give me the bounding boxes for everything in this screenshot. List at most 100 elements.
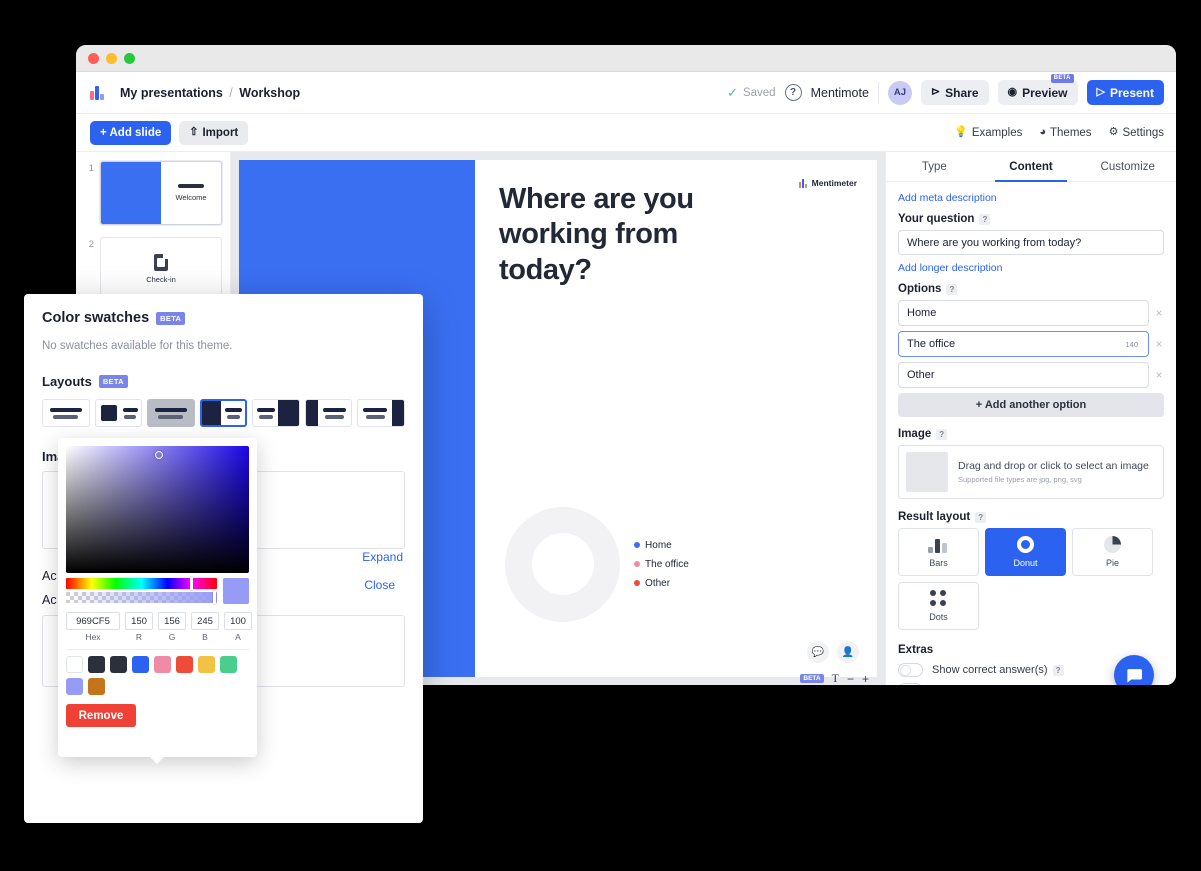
image-label: Image ?: [898, 428, 1164, 440]
layout-option-narrow-dark-left[interactable]: [304, 399, 353, 427]
layout-option-lines-only[interactable]: [42, 399, 90, 427]
zoom-out-button[interactable]: −: [847, 672, 854, 686]
thumb-content: Welcome: [161, 162, 221, 224]
add-another-option-button[interactable]: + Add another option: [898, 393, 1164, 417]
examples-link[interactable]: 💡 Examples: [954, 127, 1022, 139]
help-icon[interactable]: ?: [946, 283, 958, 295]
palette-icon: ◕: [1039, 126, 1047, 138]
window-close-button[interactable]: [88, 52, 99, 64]
layout-option-square-left[interactable]: [94, 399, 143, 427]
show-correct-answers-toggle[interactable]: [898, 663, 923, 677]
avatar[interactable]: AJ: [887, 80, 912, 105]
layout-option-narrow-dark-right[interactable]: [357, 399, 405, 427]
question-input[interactable]: [898, 230, 1164, 255]
tab-type[interactable]: Type: [886, 152, 983, 181]
add-longer-description-link[interactable]: Add longer description: [898, 262, 1164, 274]
result-layout-bars[interactable]: Bars: [898, 528, 979, 576]
breadcrumb-root[interactable]: My presentations: [120, 86, 223, 100]
help-icon[interactable]: ?: [936, 428, 948, 440]
image-label-text: Image: [898, 428, 932, 440]
preset-swatch[interactable]: [88, 678, 105, 695]
image-dropzone[interactable]: Drag and drop or click to select an imag…: [898, 445, 1164, 499]
participant-icon[interactable]: 👤: [837, 641, 859, 663]
themes-label: Themes: [1050, 126, 1092, 139]
layout-option-lines-only-hovered[interactable]: [147, 399, 195, 427]
preset-swatch[interactable]: [88, 656, 105, 673]
layout-square-icon: [100, 405, 117, 421]
text-icon[interactable]: T: [832, 671, 839, 685]
preview-button[interactable]: BETA ◉ Preview: [997, 74, 1078, 105]
hex-field: Hex: [66, 612, 120, 642]
green-input[interactable]: [158, 612, 186, 630]
preset-swatch[interactable]: [132, 656, 149, 673]
mentimote-button[interactable]: Mentimote: [811, 86, 869, 100]
close-link[interactable]: Close: [364, 578, 395, 592]
tab-customize[interactable]: Customize: [1079, 152, 1176, 181]
upload-icon: ⇧: [189, 126, 199, 138]
preset-swatch[interactable]: [66, 678, 83, 695]
expand-link[interactable]: Expand: [362, 550, 403, 564]
window-minimize-button[interactable]: [106, 52, 117, 64]
window-maximize-button[interactable]: [124, 52, 135, 64]
layout-option-dark-left-selected[interactable]: [199, 399, 248, 427]
legend-label: Other: [645, 577, 671, 589]
green-field: G: [158, 612, 186, 642]
preset-swatch[interactable]: [198, 656, 215, 673]
result-layout-pie[interactable]: Pie: [1072, 528, 1153, 576]
help-icon[interactable]: ?: [975, 511, 987, 523]
help-icon[interactable]: ?: [1069, 684, 1081, 685]
alpha-slider[interactable]: [66, 591, 217, 604]
show-percentage-toggle[interactable]: [898, 683, 923, 685]
slide-thumbnail[interactable]: Check-in: [100, 237, 222, 301]
hue-slider[interactable]: [66, 577, 217, 590]
red-input[interactable]: [125, 612, 153, 630]
beta-badge: BETA: [156, 311, 186, 325]
result-layout-donut[interactable]: Donut: [985, 528, 1066, 576]
question-circle-icon[interactable]: ?: [784, 84, 802, 101]
themes-link[interactable]: ◕ Themes: [1039, 127, 1091, 139]
saved-label: Saved: [742, 86, 776, 99]
list-item[interactable]: 1 Welcome: [76, 161, 230, 237]
preset-swatch[interactable]: [110, 656, 127, 673]
alpha-input[interactable]: [224, 612, 252, 630]
option-input[interactable]: [898, 362, 1149, 388]
legend-label: Home: [645, 539, 672, 551]
hex-field-label: Hex: [85, 632, 101, 642]
zoom-in-button[interactable]: +: [862, 672, 869, 686]
preset-swatch[interactable]: [220, 656, 237, 673]
saturation-handle[interactable]: [155, 451, 163, 459]
share-button[interactable]: ⊳ Share: [920, 80, 989, 105]
slide-thumbnail[interactable]: Welcome: [100, 161, 222, 225]
legend-item: The office: [634, 559, 689, 570]
preset-swatch[interactable]: [176, 656, 193, 673]
help-icon[interactable]: ?: [1052, 664, 1064, 676]
page-title[interactable]: Where are you working from today?: [499, 182, 749, 288]
mentimeter-mark-icon: [798, 178, 808, 188]
settings-link[interactable]: ⚙ Settings: [1109, 127, 1164, 139]
alpha-slider-thumb[interactable]: [213, 591, 216, 604]
hue-slider-thumb[interactable]: [190, 577, 193, 590]
result-layout-dots[interactable]: Dots: [898, 582, 979, 630]
hex-input[interactable]: [66, 612, 120, 630]
present-button[interactable]: ▷ Present: [1086, 80, 1164, 105]
remove-color-button[interactable]: Remove: [66, 704, 136, 727]
add-meta-description-link[interactable]: Add meta description: [898, 192, 1164, 204]
option-input[interactable]: [898, 300, 1149, 326]
help-icon[interactable]: ?: [979, 213, 991, 225]
preset-swatch[interactable]: [66, 656, 83, 673]
alpha-field-label: A: [235, 632, 241, 642]
remove-option-icon[interactable]: ×: [1154, 368, 1164, 382]
green-field-label: G: [168, 632, 176, 642]
tab-content[interactable]: Content: [983, 152, 1080, 182]
layout-option-lines-left-dark-right[interactable]: [252, 399, 300, 427]
option-input[interactable]: [898, 331, 1149, 357]
add-slide-button[interactable]: + Add slide: [90, 120, 172, 145]
remove-option-icon[interactable]: ×: [1154, 337, 1164, 351]
import-button[interactable]: ⇧ Import: [179, 120, 249, 145]
blue-input[interactable]: [191, 612, 219, 630]
comment-icon[interactable]: 💬: [807, 641, 829, 663]
remove-option-icon[interactable]: ×: [1154, 306, 1164, 320]
saturation-value-area[interactable]: [66, 446, 249, 573]
slide-number: 1: [88, 163, 94, 174]
preset-swatch[interactable]: [154, 656, 171, 673]
